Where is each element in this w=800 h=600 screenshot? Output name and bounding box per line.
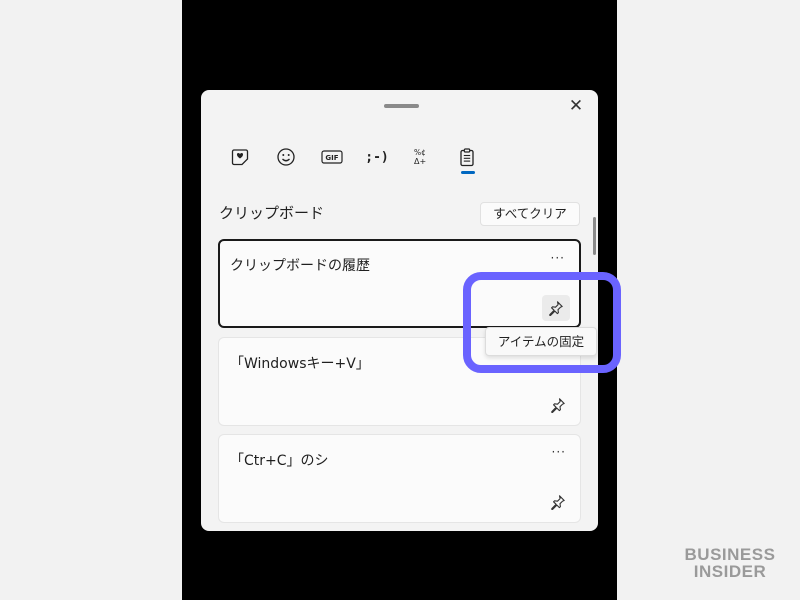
tab-emoji[interactable] bbox=[269, 140, 303, 174]
more-options-button[interactable]: ··· bbox=[552, 446, 566, 458]
tab-clipboard[interactable] bbox=[450, 140, 484, 174]
active-tab-indicator bbox=[461, 171, 475, 174]
drag-handle[interactable] bbox=[384, 104, 419, 108]
pin-icon bbox=[551, 398, 565, 413]
category-tabs: GIF ;-) %¢ Δ+ bbox=[221, 140, 491, 180]
smiley-icon bbox=[277, 148, 295, 166]
more-options-button[interactable]: ··· bbox=[551, 252, 565, 264]
highlight-annotation bbox=[463, 272, 621, 373]
symbols-icon: %¢ Δ+ bbox=[414, 148, 426, 166]
clipboard-item-text: 「Windowsキー+V」 bbox=[230, 356, 370, 372]
tab-kaomoji-favorites[interactable] bbox=[223, 140, 257, 174]
gif-label: GIF bbox=[325, 154, 338, 162]
clipboard-item-text: クリップボードの履歴 bbox=[230, 258, 370, 274]
clipboard-icon bbox=[460, 148, 474, 167]
clipboard-item[interactable]: 「Ctr+C」のシ ··· bbox=[218, 434, 581, 523]
tab-gif[interactable]: GIF bbox=[315, 140, 349, 174]
heart-sticker-icon bbox=[231, 149, 249, 166]
gif-icon: GIF bbox=[321, 150, 343, 164]
pin-button[interactable] bbox=[544, 489, 572, 515]
pin-button[interactable] bbox=[544, 392, 572, 418]
clear-all-button[interactable]: すべてクリア bbox=[480, 202, 580, 226]
brand-line-2: INSIDER bbox=[693, 562, 767, 581]
tab-symbols[interactable]: %¢ Δ+ bbox=[405, 140, 439, 174]
close-button[interactable]: ✕ bbox=[565, 95, 587, 117]
tab-kaomoji[interactable]: ;-) bbox=[360, 140, 394, 174]
svg-text:Δ+: Δ+ bbox=[414, 157, 426, 166]
clipboard-item-text: 「Ctr+C」のシ bbox=[230, 453, 329, 469]
svg-text:%¢: %¢ bbox=[414, 148, 426, 157]
section-title: クリップボード bbox=[219, 204, 325, 222]
kaomoji-icon: ;-) bbox=[365, 149, 389, 165]
business-insider-logo: BUSINESS INSIDER bbox=[678, 546, 782, 580]
brand-line-1: BUSINESS bbox=[684, 545, 776, 564]
pin-icon bbox=[551, 495, 565, 510]
scrollbar[interactable] bbox=[593, 217, 596, 255]
